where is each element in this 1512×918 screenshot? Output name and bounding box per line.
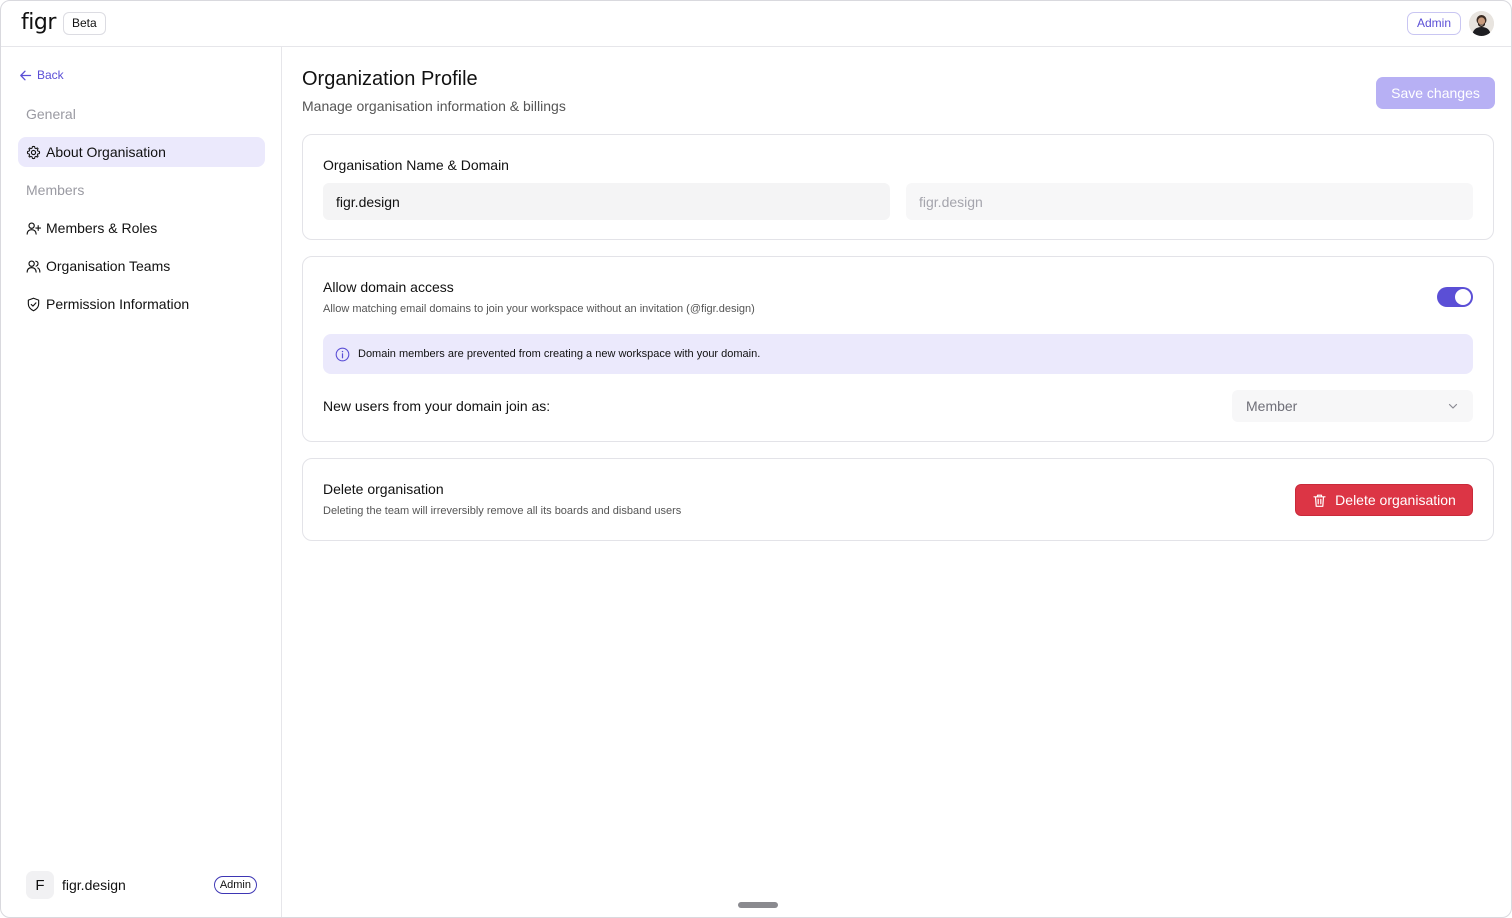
sidebar-item-label: Permission Information <box>46 296 190 312</box>
drag-handle[interactable] <box>738 902 778 908</box>
main-content: Organization Profile Manage organisation… <box>282 47 1511 917</box>
sidebar-item-label: Organisation Teams <box>46 258 171 274</box>
domain-access-toggle[interactable] <box>1437 287 1473 307</box>
toggle-knob <box>1455 289 1471 305</box>
chevron-down-icon <box>1448 403 1458 409</box>
card-title: Allow domain access <box>323 279 454 295</box>
trash-icon <box>1313 494 1326 507</box>
page-title: Organization Profile <box>302 68 478 90</box>
card-title: Organisation Name & Domain <box>323 157 509 173</box>
card-title: Delete organisation <box>323 481 444 497</box>
back-link[interactable]: Back <box>19 68 64 82</box>
org-switcher[interactable]: F figr.design Admin <box>26 871 257 899</box>
delete-organisation-button[interactable]: Delete organisation <box>1295 484 1473 516</box>
back-label: Back <box>37 68 64 82</box>
arrow-left-icon <box>20 70 32 80</box>
page-subtitle: Manage organisation information & billin… <box>302 98 566 114</box>
org-name-domain-card: Organisation Name & Domain <box>302 134 1494 240</box>
org-role-badge: Admin <box>213 876 257 894</box>
sidebar-item-organisation-teams[interactable]: Organisation Teams <box>18 251 265 281</box>
delete-button-label: Delete organisation <box>1335 492 1456 508</box>
info-text: Domain members are prevented from creati… <box>358 348 761 360</box>
info-banner: Domain members are prevented from creati… <box>323 334 1473 374</box>
card-description: Allow matching email domains to join you… <box>323 303 755 315</box>
sidebar-item-about-organisation[interactable]: About Organisation <box>18 137 265 167</box>
role-badge: Admin <box>1406 12 1461 35</box>
org-name-input[interactable] <box>323 183 890 220</box>
top-bar: figr Beta Admin <box>1 1 1511 47</box>
sidebar-item-label: Members & Roles <box>46 220 158 236</box>
section-label-general: General <box>26 106 76 122</box>
card-description: Deleting the team will irreversibly remo… <box>323 505 682 517</box>
save-changes-button[interactable]: Save changes <box>1376 77 1495 109</box>
info-icon <box>335 347 350 361</box>
join-role-label: New users from your domain join as: <box>323 398 551 414</box>
avatar-icon <box>1469 11 1494 36</box>
sidebar-item-members-roles[interactable]: Members & Roles <box>18 213 265 243</box>
section-label-members: Members <box>26 182 85 198</box>
sidebar-item-label: About Organisation <box>46 144 166 160</box>
sidebar-item-permission-information[interactable]: Permission Information <box>18 289 265 319</box>
user-plus-icon <box>26 222 41 235</box>
join-role-select[interactable]: Member <box>1232 390 1473 422</box>
users-icon <box>26 260 41 273</box>
beta-badge: Beta <box>63 12 106 35</box>
delete-organisation-card: Delete organisation Deleting the team wi… <box>302 458 1494 541</box>
gear-icon <box>26 145 41 159</box>
user-avatar[interactable] <box>1469 11 1494 36</box>
sidebar: Back General About Organisation Members … <box>1 47 282 917</box>
shield-check-icon <box>27 297 40 311</box>
domain-access-card: Allow domain access Allow matching email… <box>302 256 1494 442</box>
app-window: figr Beta Admin Back General About Organ… <box>0 0 1512 918</box>
org-name: figr.design <box>62 877 126 893</box>
select-value: Member <box>1246 398 1298 414</box>
org-domain-input[interactable] <box>906 183 1473 220</box>
figr-logo[interactable]: figr <box>21 10 56 35</box>
org-avatar: F <box>26 871 54 899</box>
